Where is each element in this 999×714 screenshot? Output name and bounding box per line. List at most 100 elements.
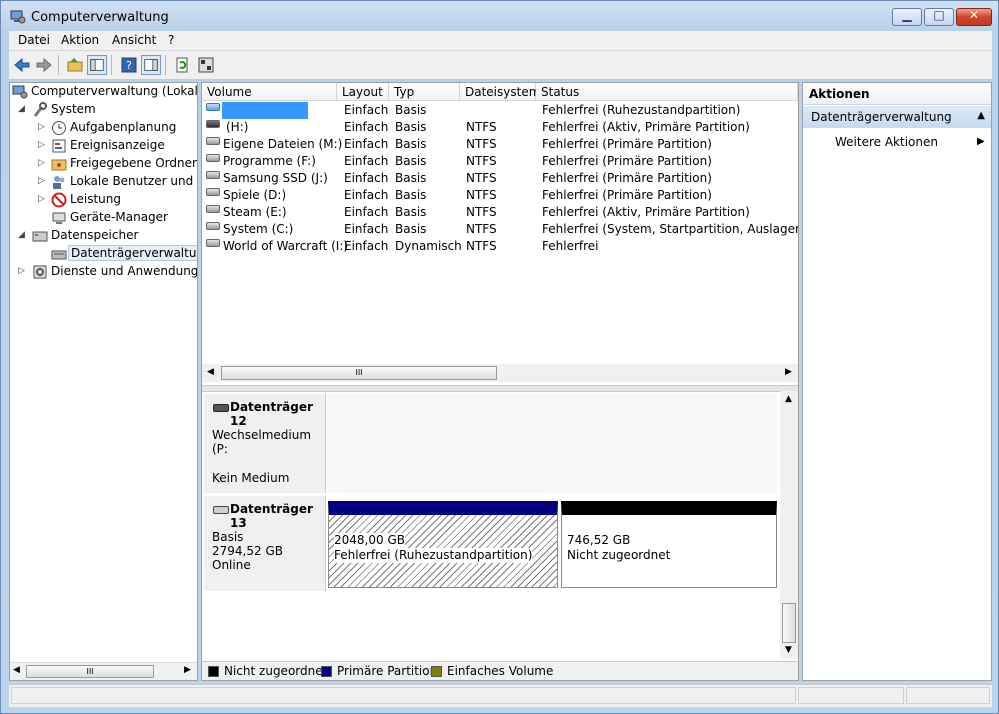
refresh-icon[interactable]: [172, 55, 192, 75]
expand-icon[interactable]: ▷: [38, 141, 47, 150]
collapse-icon[interactable]: ◢: [18, 231, 27, 240]
show-hide-console-tree-icon[interactable]: [87, 55, 107, 75]
expand-icon[interactable]: ▷: [18, 267, 27, 276]
scroll-up-icon[interactable]: ▲: [785, 394, 792, 404]
disk-state: Online: [212, 558, 251, 572]
table-row[interactable]: Einfach Basis Fehlerfrei (Ruhezustandpar…: [202, 102, 798, 119]
up-folder-icon[interactable]: [65, 55, 85, 75]
column-header-layout[interactable]: Layout: [337, 83, 389, 101]
volume-name-redacted: [222, 102, 308, 119]
table-row[interactable]: Samsung SSD (J:) Einfach Basis NTFS Fehl…: [202, 170, 798, 187]
legend-swatch-unallocated: [208, 666, 219, 677]
typ-cell: Basis: [395, 188, 427, 202]
expand-icon[interactable]: ▷: [38, 177, 47, 186]
expand-icon[interactable]: ▷: [38, 123, 47, 132]
clock-icon: [52, 121, 66, 135]
scroll-left-icon[interactable]: ◀: [207, 367, 214, 377]
services-icon: [33, 265, 47, 279]
drive-icon: [206, 205, 220, 213]
menu-aktion[interactable]: Aktion: [61, 33, 99, 47]
help-icon[interactable]: ?: [119, 55, 139, 75]
maximize-button[interactable]: □: [924, 8, 954, 26]
close-button[interactable]: ✕: [956, 8, 992, 26]
legend-swatch-primary: [321, 666, 332, 677]
disk-vertical-scrollbar[interactable]: ▲ ▼: [780, 391, 798, 659]
submenu-arrow-icon: ▶: [977, 136, 985, 147]
disk-scroll-thumb[interactable]: [782, 603, 796, 643]
title-bar[interactable]: Computerverwaltung ▁ □ ✕: [1, 1, 998, 31]
menu-bar: Datei Aktion Ansicht ?: [9, 31, 992, 51]
menu-ansicht[interactable]: Ansicht: [112, 33, 156, 47]
typ-cell: Basis: [395, 103, 427, 117]
actions-section-disk-management[interactable]: Datenträgerverwaltung ▲: [803, 106, 991, 128]
collapse-section-icon[interactable]: ▲: [977, 110, 985, 121]
scroll-grip: III: [355, 368, 363, 377]
actions-section-label: Datenträgerverwaltung: [811, 110, 952, 124]
collapse-icon[interactable]: ◢: [18, 105, 27, 114]
layout-cell: Einfach: [344, 103, 389, 117]
volume-cell: Samsung SSD (J:): [223, 171, 328, 185]
typ-cell: Basis: [395, 222, 427, 236]
status-cell: Fehlerfrei (Ruhezustandpartition): [542, 103, 741, 117]
table-row[interactable]: Programme (F:) Einfach Basis NTFS Fehler…: [202, 153, 798, 170]
status-cell-2: [798, 687, 904, 704]
scroll-right-icon[interactable]: ▶: [785, 367, 792, 377]
disk-type: Wechselmedium (P:: [212, 428, 312, 456]
forward-arrow-icon[interactable]: [34, 55, 54, 75]
disk-properties-icon[interactable]: [196, 55, 216, 75]
table-row[interactable]: Eigene Dateien (M:) Einfach Basis NTFS F…: [202, 136, 798, 153]
drive-icon: [206, 154, 220, 162]
partition-text: 746,52 GB Nicht zugeordnet: [567, 533, 670, 563]
toolbar-separator: [165, 55, 166, 75]
disk-13-layout-area: 2048,00 GB Fehlerfrei (Ruhezustandpartit…: [327, 496, 777, 591]
partition-hibernation[interactable]: 2048,00 GB Fehlerfrei (Ruhezustandpartit…: [328, 501, 558, 588]
users-icon: [53, 176, 65, 189]
table-row[interactable]: System (C:) Einfach Basis NTFS Fehlerfre…: [202, 221, 798, 238]
computer-management-icon: [10, 10, 26, 24]
fs-cell: NTFS: [466, 239, 497, 253]
disk-13-info[interactable]: Datenträger 13 Basis 2794,52 GB Online: [204, 496, 326, 591]
hard-drive-icon: [213, 506, 229, 514]
table-row[interactable]: Spiele (D:) Einfach Basis NTFS Fehlerfre…: [202, 187, 798, 204]
window-title: Computerverwaltung: [31, 10, 169, 25]
disk-12-info[interactable]: Datenträger 12 Wechselmedium (P: Kein Me…: [204, 394, 326, 493]
table-row[interactable]: (H:) Einfach Basis NTFS Fehlerfrei (Akti…: [202, 119, 798, 136]
column-header-dateisystem[interactable]: Dateisystem: [460, 83, 540, 101]
back-arrow-icon[interactable]: [12, 55, 32, 75]
minimize-button[interactable]: ▁: [892, 8, 922, 26]
layout-cell: Einfach: [344, 154, 389, 168]
menu-datei[interactable]: Datei: [18, 33, 50, 47]
tree-label: Datenträgerverwaltung: [68, 245, 197, 261]
scroll-right-icon[interactable]: ▶: [184, 665, 191, 675]
no-entry-icon: [51, 192, 67, 208]
toolbar: ?: [9, 51, 992, 80]
column-header-status[interactable]: Status: [536, 83, 798, 101]
tree-horizontal-scrollbar[interactable]: ◀ III ▶: [10, 662, 197, 680]
tree-scroll-thumb[interactable]: III: [26, 665, 154, 678]
drive-icon: [206, 137, 220, 145]
shared-folder-icon: [51, 159, 67, 171]
legend: Nicht zugeordnet Primäre Partition Einfa…: [202, 661, 798, 680]
expand-icon[interactable]: ▷: [38, 195, 47, 204]
partition-unallocated[interactable]: 746,52 GB Nicht zugeordnet: [561, 501, 777, 588]
volume-list-horizontal-scrollbar[interactable]: ◀ III ▶: [202, 364, 798, 382]
column-header-typ[interactable]: Typ: [389, 83, 460, 101]
close-icon: ✕: [968, 8, 980, 22]
status-cell: Fehlerfrei (System, Startpartition, Ausl…: [542, 222, 798, 236]
drive-icon: [206, 120, 220, 128]
pane-splitter[interactable]: [202, 385, 798, 392]
expand-icon[interactable]: ▷: [38, 159, 47, 168]
scroll-down-icon[interactable]: ▼: [785, 645, 792, 655]
disk-state: Kein Medium: [212, 471, 290, 485]
volume-scroll-thumb[interactable]: III: [221, 366, 497, 380]
column-header-volume[interactable]: Volume: [202, 83, 337, 101]
show-hide-action-pane-icon[interactable]: [141, 55, 161, 75]
menu-help[interactable]: ?: [168, 33, 174, 47]
table-row[interactable]: World of Warcraft (I:) Einfach Dynamisch…: [202, 238, 798, 255]
status-cell: Fehlerfrei (Primäre Partition): [542, 137, 712, 151]
scroll-left-icon[interactable]: ◀: [13, 665, 20, 675]
table-row[interactable]: Steam (E:) Einfach Basis NTFS Fehlerfrei…: [202, 204, 798, 221]
disk-management-icon: [51, 250, 67, 260]
volume-cell: Steam (E:): [223, 205, 287, 219]
more-actions-item[interactable]: Weitere Aktionen: [835, 135, 938, 149]
